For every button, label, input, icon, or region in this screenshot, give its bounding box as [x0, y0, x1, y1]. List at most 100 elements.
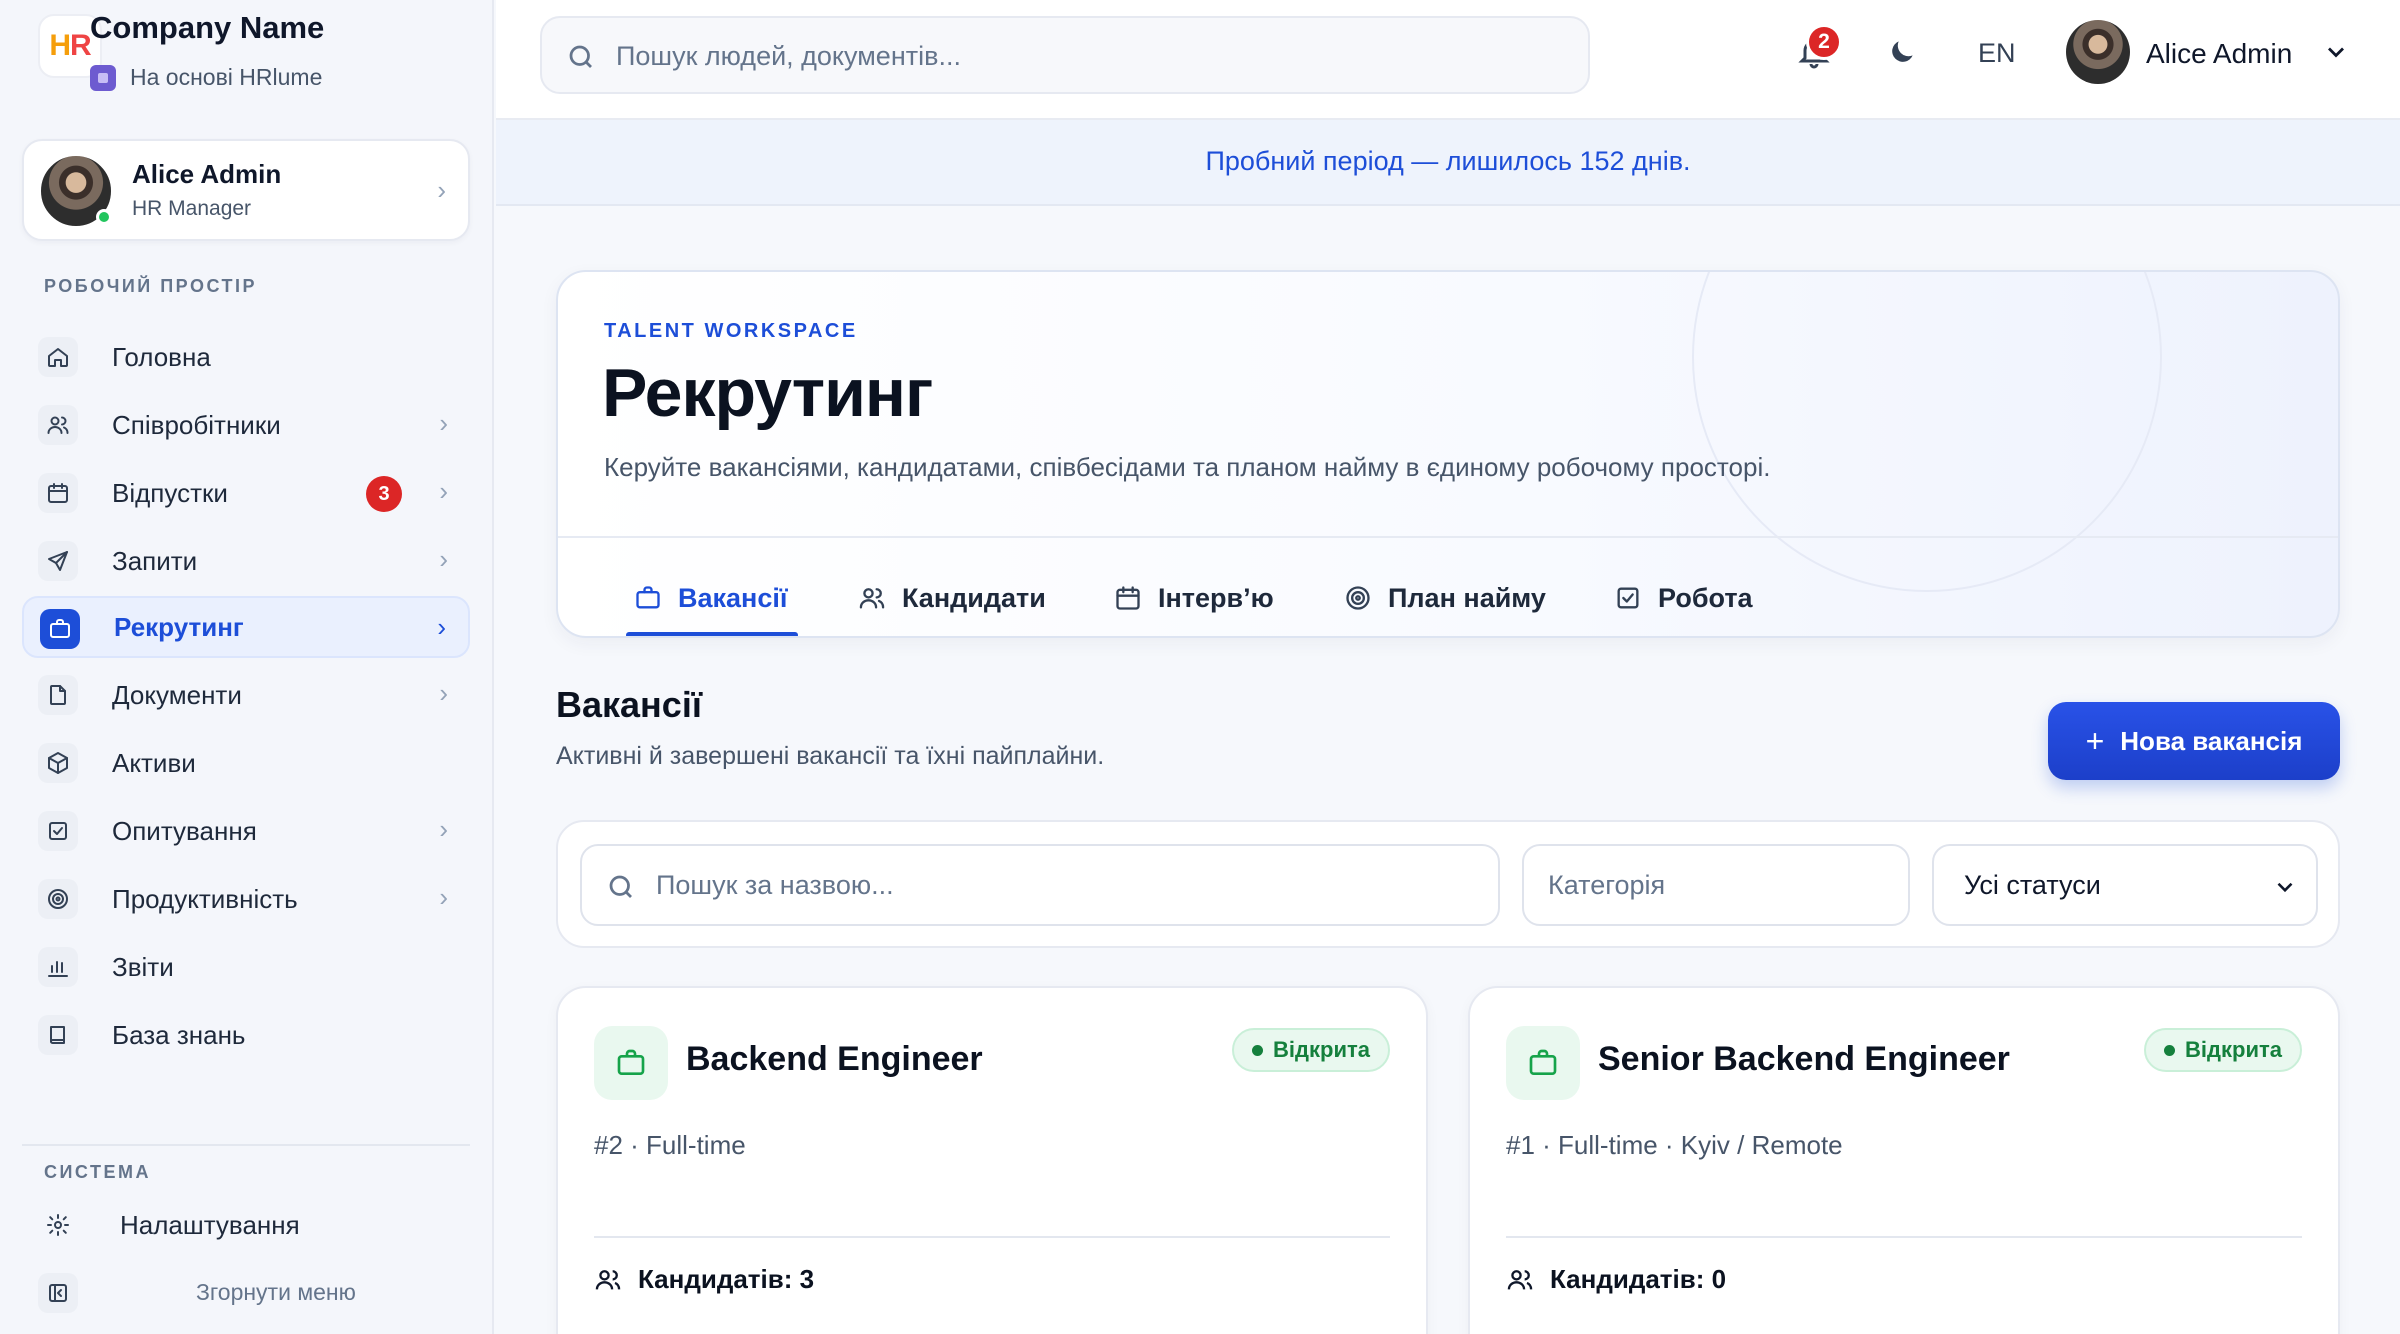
powered-by: На основі HRlume: [90, 64, 322, 91]
job-card[interactable]: Backend Engineer Відкрита #2 · Full-time…: [556, 986, 1428, 1334]
page-description: Керуйте вакансіями, кандидатами, співбес…: [604, 452, 1771, 482]
sidebar: HR Company Name На основі HRlume Alice A…: [0, 0, 494, 1334]
users-icon: [595, 1269, 621, 1289]
job-meta: #2 · Full-time: [594, 1130, 746, 1160]
tab-label: План найму: [1388, 582, 1546, 613]
chevron-right-icon: ›: [439, 544, 448, 574]
calendar-icon: [38, 473, 78, 513]
sidebar-item-label: Налаштування: [120, 1209, 300, 1240]
tab-label: Інтерв’ю: [1158, 582, 1274, 613]
chevron-right-icon: ›: [439, 408, 448, 438]
sidebar-item-label: Активи: [112, 747, 196, 778]
status-dot-icon: [1252, 1044, 1264, 1056]
search-icon: [609, 875, 632, 898]
category-placeholder: Категорія: [1548, 870, 1666, 900]
global-search-input[interactable]: Пошук людей, документів...: [540, 16, 1590, 94]
sidebar-item-reports[interactable]: Звіти: [22, 936, 470, 998]
sidebar-item-label: Рекрутинг: [114, 611, 244, 642]
briefcase-icon: [40, 609, 80, 649]
collapse-menu-label: Згорнути меню: [196, 1279, 356, 1305]
gear-icon: [38, 1205, 78, 1245]
job-title: Backend Engineer: [686, 1040, 983, 1078]
category-input[interactable]: Категорія: [1522, 844, 1910, 926]
tab-label: Робота: [1658, 582, 1753, 613]
page-title: Рекрутинг: [602, 355, 933, 431]
user-menu-avatar[interactable]: [2066, 20, 2130, 84]
bar-chart-icon: [38, 947, 78, 987]
job-meta: #1 · Full-time · Kyiv / Remote: [1506, 1130, 1843, 1160]
tab-work[interactable]: Робота: [1614, 558, 1753, 636]
tab-hiring-plan[interactable]: План найму: [1344, 558, 1546, 636]
sidebar-item-assets[interactable]: Активи: [22, 732, 470, 794]
plus-icon: +: [2085, 722, 2105, 759]
vacancy-search-input[interactable]: Пошук за назвою...: [580, 844, 1500, 926]
sidebar-item-surveys[interactable]: Опитування ›: [22, 800, 470, 862]
recruiting-hero: TALENT WORKSPACE Рекрутинг Керуйте вакан…: [556, 270, 2340, 638]
hrlume-logo-icon: [90, 64, 116, 91]
online-status-icon: [96, 209, 112, 225]
topbar: Пошук людей, документів... 2 EN Alice Ad…: [496, 0, 2400, 120]
system-section-label: СИСТЕМА: [44, 1162, 151, 1182]
status-select-value: Усі статуси: [1964, 870, 2101, 900]
user-profile-card[interactable]: Alice Admin HR Manager ›: [22, 139, 470, 241]
chevron-right-icon: ›: [437, 175, 446, 205]
tab-vacancies[interactable]: Вакансії: [634, 558, 788, 636]
target-icon: [38, 879, 78, 919]
sidebar-item-label: Відпустки: [112, 477, 228, 508]
card-divider: [1506, 1236, 2302, 1238]
job-candidates: Кандидатів: 0: [1506, 1264, 1726, 1295]
global-search-placeholder: Пошук людей, документів...: [616, 41, 961, 71]
tab-label: Кандидати: [902, 582, 1046, 613]
home-icon: [38, 337, 78, 377]
chevron-right-icon: ›: [439, 882, 448, 912]
user-role: HR Manager: [132, 197, 252, 220]
filters-bar: Пошук за назвою... Категорія Усі статуси: [556, 820, 2340, 948]
sidebar-item-home[interactable]: Головна: [22, 326, 470, 388]
users-icon: [859, 588, 885, 609]
chevron-down-icon[interactable]: [2322, 38, 2350, 66]
company-name: Company Name: [90, 10, 325, 45]
sidebar-item-label: Співробітники: [112, 409, 281, 440]
sidebar-item-label: Запити: [112, 545, 198, 576]
user-menu-name[interactable]: Alice Admin: [2146, 38, 2292, 70]
new-vacancy-button[interactable]: + Нова вакансія: [2048, 702, 2340, 780]
chevron-right-icon: ›: [439, 814, 448, 844]
sidebar-item-label: Опитування: [112, 815, 257, 846]
tab-label: Вакансії: [678, 582, 788, 613]
sidebar-item-performance[interactable]: Продуктивність ›: [22, 868, 470, 930]
trial-banner-text: Пробний період — лишилось 152 днів.: [1205, 146, 1691, 176]
trial-banner: Пробний період — лишилось 152 днів.: [496, 120, 2400, 206]
sidebar-item-settings[interactable]: Налаштування: [22, 1194, 470, 1256]
status-label: Відкрита: [1273, 1037, 1370, 1062]
language-switcher[interactable]: EN: [1978, 38, 2016, 69]
briefcase-icon: [636, 586, 660, 609]
chevron-right-icon: ›: [437, 612, 446, 642]
checkbox-icon: [38, 811, 78, 851]
workspace-section-label: РОБОЧИЙ ПРОСТІР: [44, 276, 257, 296]
chevron-right-icon: ›: [439, 476, 448, 506]
search-icon: [569, 45, 592, 68]
sidebar-item-employees[interactable]: Співробітники ›: [22, 394, 470, 456]
avatar: [2066, 20, 2130, 84]
sidebar-item-recruiting[interactable]: Рекрутинг ›: [22, 596, 470, 658]
sidebar-item-label: Звіти: [112, 951, 174, 982]
sidebar-item-documents[interactable]: Документи ›: [22, 664, 470, 726]
sidebar-item-knowledge-base[interactable]: База знань: [22, 1004, 470, 1066]
vacations-count-badge: 3: [366, 476, 402, 512]
job-title: Senior Backend Engineer: [1598, 1040, 2010, 1078]
vacancy-search-placeholder: Пошук за назвою...: [656, 870, 894, 900]
sidebar-collapse-icon: [38, 1273, 78, 1313]
status-badge: Відкрита: [1232, 1028, 1390, 1072]
sidebar-item-vacations[interactable]: Відпустки 3 ›: [22, 462, 470, 524]
chevron-right-icon: ›: [439, 678, 448, 708]
sidebar-item-requests[interactable]: Запити ›: [22, 530, 470, 592]
status-select[interactable]: Усі статуси: [1932, 844, 2318, 926]
job-card[interactable]: Senior Backend Engineer Відкрита #1 · Fu…: [1468, 986, 2340, 1334]
user-name: Alice Admin: [132, 159, 282, 189]
dark-mode-toggle-icon[interactable]: [1886, 36, 1918, 68]
tab-candidates[interactable]: Кандидати: [858, 558, 1046, 636]
section-description: Активні й завершені вакансії та їхні пай…: [556, 742, 1105, 770]
sidebar-item-label: Головна: [112, 341, 211, 372]
section-title: Вакансії: [556, 684, 702, 725]
tab-interviews[interactable]: Інтерв’ю: [1114, 558, 1274, 636]
